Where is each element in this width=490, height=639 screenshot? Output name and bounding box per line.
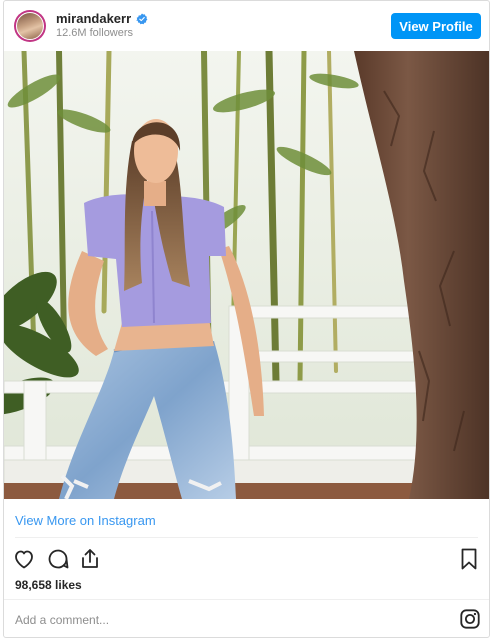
view-more-link[interactable]: View More on Instagram (15, 513, 156, 528)
view-profile-button[interactable]: View Profile (391, 13, 481, 39)
username[interactable]: mirandakerr (56, 11, 131, 26)
verified-badge-icon (136, 13, 148, 24)
followers-count: 12.6M followers (56, 27, 134, 39)
username-row: mirandakerr (56, 11, 148, 26)
likes-count: 98,658 likes (15, 578, 82, 592)
action-bar (4, 543, 489, 575)
instagram-embed-card: mirandakerr 12.6M followers View Profile (3, 0, 490, 638)
heart-icon[interactable] (12, 547, 36, 571)
divider (4, 599, 489, 600)
avatar-image (16, 12, 44, 40)
avatar[interactable] (14, 10, 46, 42)
comment-input[interactable]: Add a comment... (15, 613, 109, 627)
bookmark-icon[interactable] (457, 547, 481, 571)
post-photo[interactable] (4, 51, 489, 499)
instagram-icon[interactable] (459, 608, 481, 630)
divider (15, 537, 478, 538)
post-photo-image (4, 51, 489, 499)
post-header: mirandakerr 12.6M followers View Profile (4, 1, 489, 51)
comment-icon[interactable] (46, 547, 70, 571)
share-icon[interactable] (78, 547, 102, 571)
